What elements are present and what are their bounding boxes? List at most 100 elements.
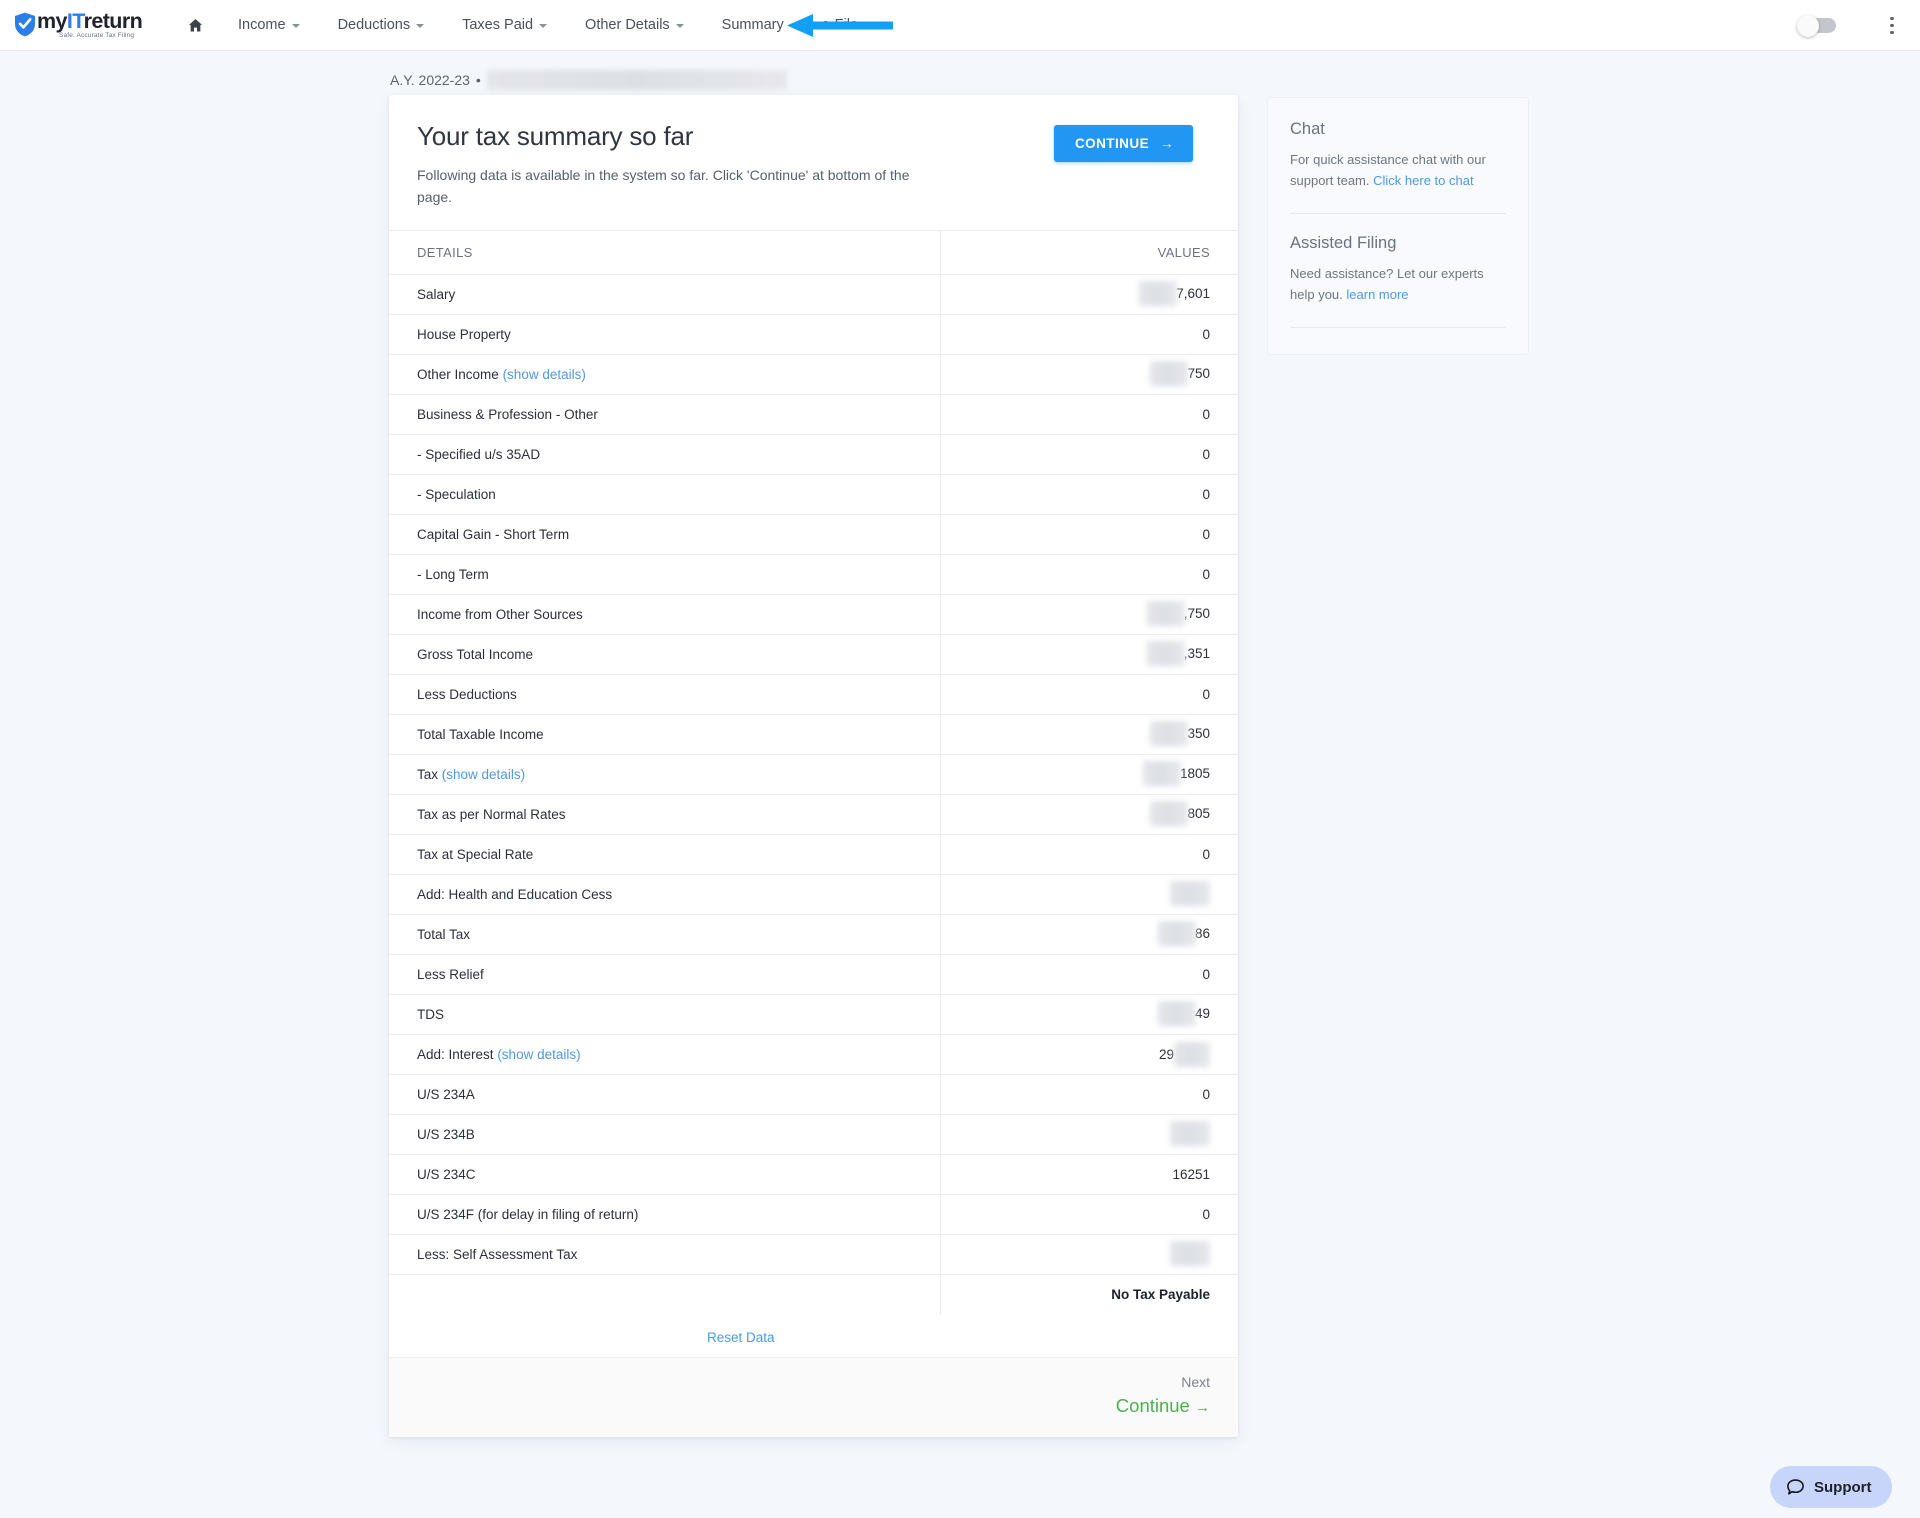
column-header-values: VALUES bbox=[939, 230, 1238, 275]
table-row: Less Relief 0 bbox=[389, 954, 1238, 995]
table-row: Other Income (show details) 750 bbox=[389, 354, 1238, 395]
nav-home-button[interactable] bbox=[172, 18, 219, 33]
brand-logo[interactable]: myITreturn Safe. Accurate Tax Filing bbox=[14, 10, 146, 40]
table-row: U/S 234F (for delay in filing of return)… bbox=[389, 1194, 1238, 1235]
kebab-dot bbox=[1890, 23, 1894, 28]
row-label: Income from Other Sources bbox=[417, 607, 583, 622]
row-value: 86 bbox=[1194, 925, 1210, 941]
chevron-down-icon bbox=[291, 24, 300, 28]
row-label-cell: - Specified u/s 35AD bbox=[389, 434, 940, 475]
row-label-cell: Salary bbox=[389, 274, 940, 315]
row-value: ,750 bbox=[1183, 605, 1210, 621]
table-row: Less: Self Assessment Tax bbox=[389, 1234, 1238, 1275]
row-label: Less: Self Assessment Tax bbox=[417, 1247, 578, 1262]
assessment-year-label: A.Y. 2022-23 bbox=[390, 72, 470, 88]
row-label-cell: Capital Gain - Short Term bbox=[389, 514, 940, 555]
redacted-value bbox=[1150, 800, 1189, 826]
footer-continue-link[interactable]: Continue → bbox=[417, 1395, 1210, 1417]
table-row: House Property 0 bbox=[389, 314, 1238, 355]
chat-bubble-icon bbox=[1787, 1478, 1804, 1495]
card-footer: Next Continue → bbox=[389, 1356, 1238, 1437]
table-row: - Speculation 0 bbox=[389, 474, 1238, 515]
row-label: U/S 234A bbox=[417, 1087, 475, 1102]
row-value-cell: 0 bbox=[939, 834, 1238, 875]
page-subtitle: Following data is available in the syste… bbox=[417, 167, 910, 205]
show-details-link[interactable]: (show details) bbox=[503, 367, 586, 382]
row-label-cell: Add: Interest (show details) bbox=[389, 1034, 940, 1075]
redacted-value bbox=[1146, 640, 1185, 666]
learn-more-link[interactable]: learn more bbox=[1346, 287, 1408, 302]
row-label: Tax bbox=[417, 767, 439, 782]
row-value-cell bbox=[939, 1234, 1238, 1275]
row-label: Add: Health and Education Cess bbox=[417, 887, 613, 902]
show-details-link[interactable]: (show details) bbox=[442, 767, 525, 782]
total-value-cell: No Tax Payable bbox=[939, 1274, 1238, 1315]
chat-link[interactable]: Click here to chat bbox=[1373, 173, 1473, 188]
continue-button[interactable]: CONTINUE → bbox=[1053, 125, 1193, 162]
row-label: U/S 234B bbox=[417, 1127, 475, 1142]
row-value: 1805 bbox=[1179, 765, 1210, 781]
kebab-dot bbox=[1890, 16, 1894, 21]
table-row: - Specified u/s 35AD 0 bbox=[389, 434, 1238, 475]
toggle-knob bbox=[1797, 14, 1819, 37]
kebab-menu-icon[interactable] bbox=[1882, 15, 1902, 37]
no-tax-payable-label: No Tax Payable bbox=[1111, 1287, 1210, 1303]
show-details-link[interactable]: (show details) bbox=[497, 1047, 580, 1062]
row-value-cell: 0 bbox=[939, 434, 1238, 475]
row-label: Total Taxable Income bbox=[417, 727, 544, 742]
row-value: 16251 bbox=[1172, 1167, 1210, 1182]
table-total-row: No Tax Payable bbox=[389, 1274, 1238, 1315]
card-header: Your tax summary so far Following data i… bbox=[389, 95, 1238, 230]
row-value-cell: 0 bbox=[939, 1074, 1238, 1115]
table-row: U/S 234B bbox=[389, 1114, 1238, 1155]
shield-check-icon bbox=[15, 12, 35, 37]
reset-data-link[interactable]: Reset Data bbox=[707, 1330, 775, 1345]
row-value: 29 bbox=[1158, 1047, 1174, 1062]
row-label: Add: Interest bbox=[417, 1047, 494, 1062]
row-value: 0 bbox=[1202, 487, 1210, 502]
row-label-cell: Total Tax bbox=[389, 914, 940, 955]
row-label: U/S 234C bbox=[417, 1167, 476, 1182]
table-row: Add: Interest (show details) 29 bbox=[389, 1034, 1238, 1075]
nav-item-income[interactable]: Income bbox=[219, 0, 319, 50]
row-value-cell: 0 bbox=[939, 314, 1238, 355]
row-value: 49 bbox=[1194, 1005, 1210, 1021]
row-label: - Specified u/s 35AD bbox=[417, 447, 541, 462]
table-row: Total Taxable Income 350 bbox=[389, 714, 1238, 755]
top-bar-actions bbox=[1797, 0, 1902, 51]
total-label-cell bbox=[389, 1274, 940, 1315]
nav-item-other-details[interactable]: Other Details bbox=[566, 0, 703, 50]
row-label: Other Income bbox=[417, 367, 499, 382]
table-row: Total Tax 86 bbox=[389, 914, 1238, 955]
arrow-right-icon: → bbox=[1160, 136, 1174, 151]
row-value-cell: 0 bbox=[939, 474, 1238, 515]
column-header-details: DETAILS bbox=[389, 230, 940, 275]
nav-item-taxes-paid[interactable]: Taxes Paid bbox=[443, 0, 566, 50]
row-value: 7,601 bbox=[1176, 285, 1210, 301]
row-label: Business & Profession - Other bbox=[417, 407, 598, 422]
redacted-value bbox=[1139, 280, 1178, 306]
row-label-cell: Less: Self Assessment Tax bbox=[389, 1234, 940, 1275]
nav-item-deductions[interactable]: Deductions bbox=[319, 0, 444, 50]
table-header-row: DETAILS VALUES bbox=[389, 230, 1238, 275]
row-value-cell: 350 bbox=[939, 714, 1238, 755]
table-body: Salary 7,601 House Property 0 Other Income (… bbox=[389, 274, 1238, 1315]
row-value: ,351 bbox=[1183, 645, 1210, 661]
main-nav: Income Deductions Taxes Paid Other Detai… bbox=[172, 0, 877, 50]
row-value-cell: ,351 bbox=[939, 634, 1238, 675]
row-label-cell: U/S 234A bbox=[389, 1074, 940, 1115]
row-label: - Long Term bbox=[417, 567, 489, 582]
table-row: Tax (show details) 1805 bbox=[389, 754, 1238, 795]
row-value-cell: ,750 bbox=[939, 594, 1238, 635]
theme-toggle-switch[interactable] bbox=[1797, 14, 1836, 37]
arrow-right-icon: → bbox=[1195, 1398, 1210, 1416]
support-button[interactable]: Support bbox=[1770, 1466, 1892, 1508]
row-label-cell: House Property bbox=[389, 314, 940, 355]
redacted-value bbox=[1146, 600, 1185, 626]
row-label-cell: - Long Term bbox=[389, 554, 940, 595]
row-value-cell: 0 bbox=[939, 394, 1238, 435]
row-label-cell: TDS bbox=[389, 994, 940, 1035]
redacted-value bbox=[1174, 1042, 1210, 1067]
nav-label: Deductions bbox=[337, 17, 411, 33]
table-row: Add: Health and Education Cess bbox=[389, 874, 1238, 915]
